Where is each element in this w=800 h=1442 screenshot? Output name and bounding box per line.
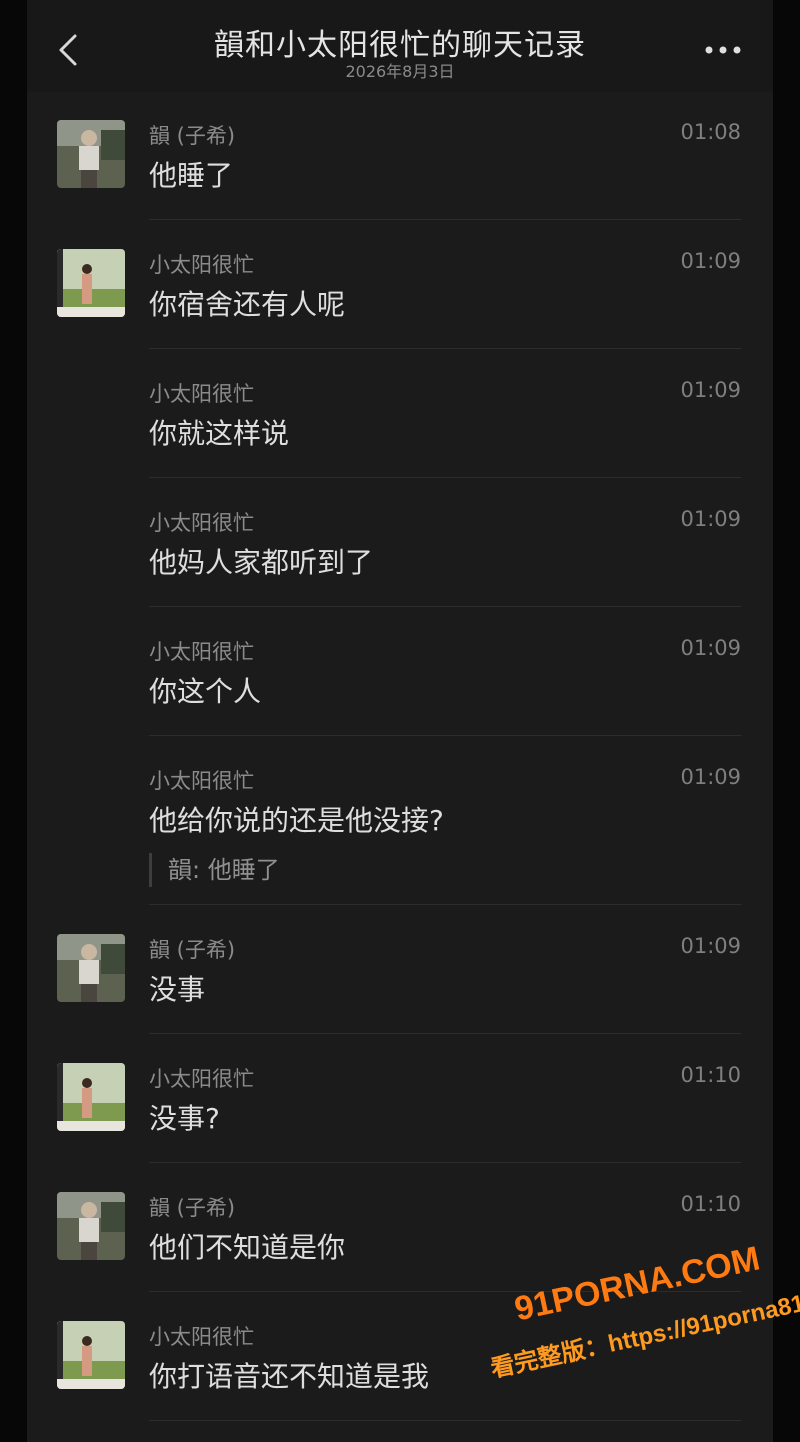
woman-photo-avatar <box>57 1063 125 1131</box>
avatar[interactable] <box>57 934 125 1002</box>
divider <box>149 1291 741 1292</box>
message-time: 01:10 <box>680 1192 741 1216</box>
message-time: 01:09 <box>680 765 741 789</box>
top-bar: 韻和小太阳很忙的聊天记录 2026年8月3日 <box>27 0 773 92</box>
message-time: 01:09 <box>680 507 741 531</box>
woman-photo-avatar <box>57 1321 125 1389</box>
divider <box>149 1162 741 1163</box>
message-time: 01:10 <box>680 1063 741 1087</box>
divider <box>149 735 741 736</box>
message-text: 没事? <box>149 1102 220 1135</box>
avatar[interactable] <box>57 1192 125 1260</box>
sender-name: 小太阳很忙 <box>149 1067 254 1091</box>
avatar[interactable] <box>57 120 125 188</box>
divider <box>149 606 741 607</box>
message-text: 你宿舍还有人呢 <box>149 288 346 321</box>
message-text: 没事 <box>149 973 206 1006</box>
sender-name: 小太阳很忙 <box>149 253 254 277</box>
avatar[interactable] <box>57 249 125 317</box>
sender-name: 小太阳很忙 <box>149 640 254 664</box>
message-time: 01:09 <box>680 378 741 402</box>
sender-name: 韻 (子希) <box>149 1196 236 1220</box>
man-photo-avatar <box>57 934 125 1002</box>
message-text: 你就这样说 <box>149 417 290 450</box>
more-button[interactable] <box>699 34 747 62</box>
message-text: 他睡了 <box>149 159 234 192</box>
message-text: 他妈人家都听到了 <box>149 546 374 579</box>
avatar[interactable] <box>57 1321 125 1389</box>
woman-photo-avatar <box>57 249 125 317</box>
message-time: 01:09 <box>680 636 741 660</box>
sender-name: 韻 (子希) <box>149 938 236 962</box>
sender-name: 小太阳很忙 <box>149 769 254 793</box>
message-time: 01:09 <box>680 934 741 958</box>
quoted-reply[interactable]: 韻: 他睡了 <box>149 853 280 887</box>
divider <box>149 219 741 220</box>
man-photo-avatar <box>57 120 125 188</box>
sender-name: 韻 (子希) <box>149 124 236 148</box>
sender-name: 小太阳很忙 <box>149 511 254 535</box>
divider <box>149 1420 741 1421</box>
divider <box>149 904 741 905</box>
more-dots-icon <box>705 46 741 54</box>
message-time: 01:09 <box>680 249 741 273</box>
man-photo-avatar <box>57 1192 125 1260</box>
chat-history-screen: 韻和小太阳很忙的聊天记录 2026年8月3日 韻 (子希) 01:08 他睡了 <box>27 0 773 1442</box>
page-date: 2026年8月3日 <box>345 62 455 81</box>
divider <box>149 1033 741 1034</box>
divider <box>149 477 741 478</box>
message-text: 你打语音还不知道是我 <box>149 1360 430 1393</box>
message-text: 你这个人 <box>149 675 262 708</box>
message-text: 他们不知道是你 <box>149 1231 346 1264</box>
message-time: 01:08 <box>680 120 741 144</box>
message-text: 他给你说的还是他没接? <box>149 804 444 837</box>
avatar[interactable] <box>57 1063 125 1131</box>
divider <box>149 348 741 349</box>
sender-name: 小太阳很忙 <box>149 1325 254 1349</box>
sender-name: 小太阳很忙 <box>149 382 254 406</box>
